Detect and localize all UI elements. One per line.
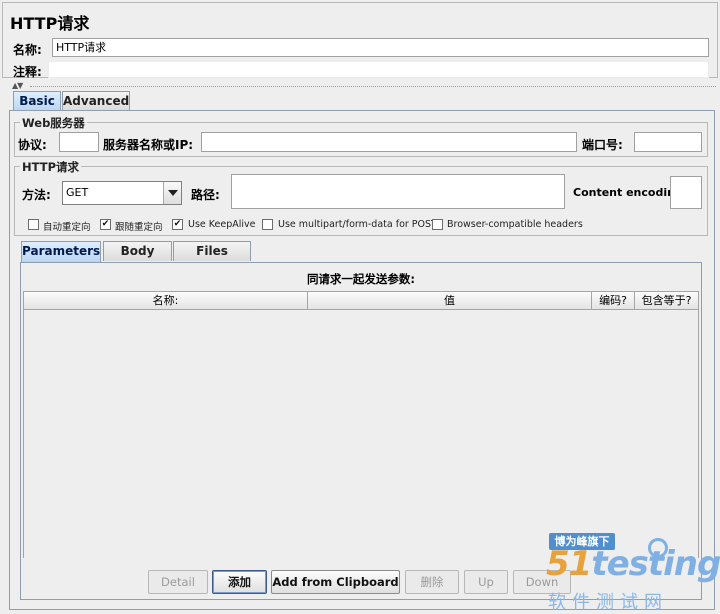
server-label: 服务器名称或IP: [103,138,194,152]
port-label: 端口号: [582,138,623,152]
follow-redirects-checkbox[interactable]: ✔ [100,219,111,230]
keepalive-checkbox[interactable]: ✔ [172,219,183,230]
watermark-logo: 51testing [546,544,720,584]
chevron-down-icon[interactable] [163,182,181,204]
http-request-group-title: HTTP请求 [20,159,82,175]
table-header: 名称: 值 编码? 包含等于? [23,291,699,310]
path-field[interactable] [231,174,565,209]
multipart-label: Use multipart/form-data for POST [278,219,437,230]
tab-body-data[interactable]: Body Data [103,241,172,276]
name-label: 名称: [13,43,42,57]
name-field[interactable]: HTTP请求 [52,38,709,57]
watermark-subtitle: 软件测试网 [548,592,668,613]
column-header-encode[interactable]: 编码? [592,292,635,309]
delete-button[interactable]: 删除 [405,570,459,594]
split-divider[interactable] [30,86,716,87]
multipart-checkbox[interactable] [262,219,273,230]
tab-basic[interactable]: Basic [13,91,61,111]
method-label: 方法: [22,188,51,202]
content-encoding-field[interactable] [670,176,702,209]
redirect-auto-checkbox[interactable] [28,219,39,230]
parameters-table-body[interactable] [23,310,699,558]
tab-advanced[interactable]: Advanced [62,91,130,110]
keepalive-label: Use KeepAlive [188,219,256,230]
redirect-auto-label: 自动重定向 [43,222,91,233]
watermark-logo-num: 51 [546,544,592,584]
port-field[interactable] [634,132,702,152]
method-select[interactable]: GET [62,181,182,205]
up-button[interactable]: Up [464,570,508,594]
follow-redirects-label: 跟随重定向 [115,222,163,233]
add-from-clipboard-button[interactable]: Add from Clipboard [271,570,400,594]
column-header-value[interactable]: 值 [308,292,592,309]
comment-field[interactable] [48,61,709,78]
protocol-field[interactable] [59,132,99,152]
split-pane-toggle-icon[interactable]: ▲▼ [12,81,23,90]
comment-label: 注释: [13,65,42,79]
web-server-group-title: Web服务器 [20,115,87,131]
method-value: GET [66,186,89,199]
detail-button[interactable]: Detail [148,570,208,594]
column-header-name[interactable]: 名称: [24,292,308,309]
server-field[interactable] [201,132,577,152]
protocol-label: 协议: [18,138,47,152]
page-title: HTTP请求 [10,14,90,33]
path-label: 路径: [191,188,220,202]
parameters-caption: 同请求一起发送参数: [306,272,416,286]
tab-parameters[interactable]: Parameters [21,241,101,262]
add-button[interactable]: 添加 [212,570,267,594]
watermark-dot-icon [648,538,668,558]
tab-files-upload[interactable]: Files Upload [173,241,251,276]
browser-headers-checkbox[interactable] [432,219,443,230]
column-header-include-equals[interactable]: 包含等于? [635,292,698,309]
browser-headers-label: Browser-compatible headers [447,219,583,230]
